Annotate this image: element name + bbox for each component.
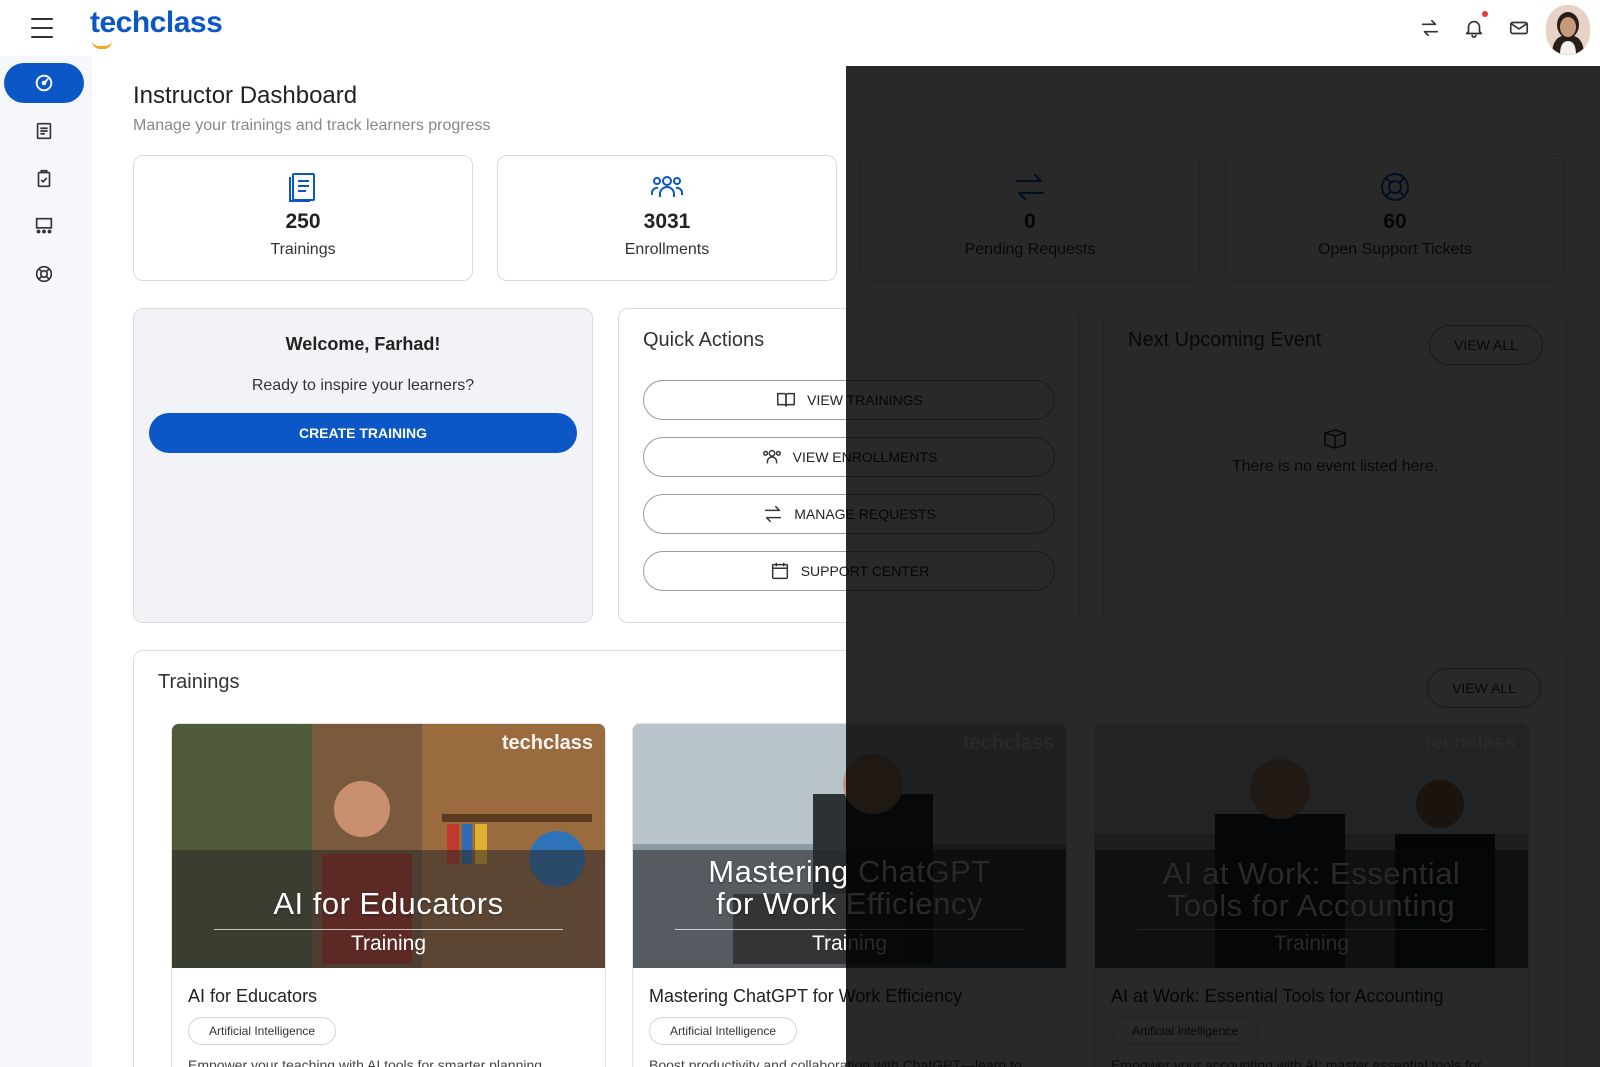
create-training-button[interactable]: CREATE TRAINING xyxy=(149,413,577,453)
avatar[interactable] xyxy=(1546,5,1590,55)
sidebar-item-trainings[interactable] xyxy=(4,111,84,151)
thumbnail-subtitle: Training xyxy=(1273,932,1350,955)
stat-value: 0 xyxy=(1024,210,1036,233)
menu-icon[interactable] xyxy=(31,18,53,38)
book-icon xyxy=(36,122,52,140)
page-subtitle: Manage your trainings and track learners… xyxy=(133,117,491,134)
training-card[interactable]: techclass AI at Work: Essential Tools for… xyxy=(1094,723,1529,1067)
category-chip: Artificial Intelligence xyxy=(649,1017,798,1045)
empty-state: There is no event listed here. xyxy=(1104,427,1566,476)
empty-box-icon xyxy=(1324,429,1346,449)
sidebar xyxy=(0,56,92,1067)
quick-actions-card: Quick Actions VIEW TRAININGS VIEW ENROLL… xyxy=(618,308,1080,623)
sidebar-item-classroom[interactable] xyxy=(4,206,84,246)
calendar-icon xyxy=(771,562,788,580)
thumbnail-subtitle: Training xyxy=(811,932,888,955)
notification-dot xyxy=(1482,11,1488,17)
training-description: Empower your teaching with AI tools for … xyxy=(188,1057,546,1067)
stat-value: 60 xyxy=(1383,210,1407,233)
logo[interactable]: techclass xyxy=(90,6,223,49)
page-title: Instructor Dashboard xyxy=(133,82,358,109)
training-name[interactable]: AI at Work: Essential Tools for Accounti… xyxy=(1111,986,1444,1007)
thumbnail-logo: techclass xyxy=(501,732,593,754)
stat-label: Enrollments xyxy=(624,241,710,258)
lifebuoy-icon xyxy=(35,265,53,283)
training-name[interactable]: AI for Educators xyxy=(188,986,317,1007)
button-label: VIEW ENROLLMENTS xyxy=(792,449,938,465)
welcome-title: Welcome, Farhad! xyxy=(285,334,441,354)
stat-card-support-tickets[interactable]: 60 Open Support Tickets xyxy=(1225,155,1565,281)
top-bar: techclass xyxy=(0,0,1600,66)
trainings-section: Trainings VIEW ALL techclass AI for Educ… xyxy=(133,650,1567,1067)
stat-value: 250 xyxy=(285,210,321,233)
training-thumbnail[interactable]: techclass AI for Educators Training xyxy=(172,724,605,968)
users-icon xyxy=(650,170,684,204)
trainings-title: Trainings xyxy=(158,671,240,693)
manage-requests-button[interactable]: MANAGE REQUESTS xyxy=(643,494,1055,534)
sidebar-item-support[interactable] xyxy=(4,254,84,294)
logo-text: techclass xyxy=(90,6,223,39)
stat-card-pending-requests[interactable]: 0 Pending Requests xyxy=(860,155,1200,281)
button-label: MANAGE REQUESTS xyxy=(794,506,936,522)
switch-role-icon[interactable] xyxy=(1419,17,1441,39)
thumbnail-title: AI at Work: Essential Tools for Accountin… xyxy=(1162,856,1461,923)
stat-value: 3031 xyxy=(643,210,691,233)
training-thumbnail[interactable]: techclass Mastering ChatGPT for Work Effi… xyxy=(633,724,1066,968)
stat-card-enrollments[interactable]: 3031 Enrollments xyxy=(497,155,837,281)
users-icon xyxy=(762,449,781,464)
events-view-all-button[interactable]: VIEW ALL xyxy=(1429,325,1543,365)
arrows-exchange-icon xyxy=(765,505,782,523)
category-chip: Artificial Intelligence xyxy=(188,1017,337,1045)
next-event-title: Next Upcoming Event xyxy=(1128,329,1322,351)
sidebar-item-dashboard[interactable] xyxy=(4,63,84,103)
training-name[interactable]: Mastering ChatGPT for Work Efficiency xyxy=(649,986,962,1007)
sidebar-item-assessments[interactable] xyxy=(4,159,84,199)
button-label: VIEW TRAININGS xyxy=(807,392,923,408)
training-description: Boost productivity and collaboration wit… xyxy=(649,1057,1022,1067)
thumbnail-logo: techclass xyxy=(1424,732,1516,754)
thumbnail-logo: techclass xyxy=(962,732,1054,754)
category-chip: Artificial Intelligence xyxy=(1111,1017,1260,1045)
stat-label: Open Support Tickets xyxy=(1318,241,1472,258)
thumbnail-title: AI for Educators xyxy=(273,886,504,921)
thumbnail-title: Mastering ChatGPT for Work Efficiency xyxy=(708,854,991,921)
welcome-subtitle: Ready to inspire your learners? xyxy=(251,377,475,394)
stat-label: Trainings xyxy=(270,241,336,258)
clipboard-check-icon xyxy=(37,169,51,188)
support-center-button[interactable]: SUPPORT CENTER xyxy=(643,551,1055,591)
stat-card-trainings[interactable]: 250 Trainings xyxy=(133,155,473,281)
training-description: Empower your accounting with AI: master … xyxy=(1111,1057,1482,1067)
dashboard-icon xyxy=(35,74,53,92)
bell-icon[interactable] xyxy=(1463,11,1488,39)
open-book-icon xyxy=(777,392,796,407)
lifebuoy-icon xyxy=(1378,170,1412,204)
classroom-icon xyxy=(35,217,53,234)
mail-icon[interactable] xyxy=(1508,17,1530,39)
next-event-card: Next Upcoming Event VIEW ALL There is no… xyxy=(1103,308,1567,623)
empty-state-text: There is no event listed here. xyxy=(1231,458,1439,475)
button-label: SUPPORT CENTER xyxy=(800,563,930,579)
view-trainings-button[interactable]: VIEW TRAININGS xyxy=(643,380,1055,420)
view-enrollments-button[interactable]: VIEW ENROLLMENTS xyxy=(643,437,1055,477)
book-icon xyxy=(286,170,320,204)
thumbnail-subtitle: Training xyxy=(350,932,427,955)
training-card[interactable]: techclass Mastering ChatGPT for Work Effi… xyxy=(632,723,1067,1067)
training-card[interactable]: techclass AI for Educators Training AI f… xyxy=(171,723,606,1067)
stat-label: Pending Requests xyxy=(964,241,1096,258)
training-thumbnail[interactable]: techclass AI at Work: Essential Tools for… xyxy=(1095,724,1528,968)
trainings-view-all-button[interactable]: VIEW ALL xyxy=(1427,668,1541,708)
quick-actions-title: Quick Actions xyxy=(643,329,765,351)
arrows-exchange-icon xyxy=(1013,170,1047,204)
welcome-card: Welcome, Farhad! Ready to inspire your l… xyxy=(133,308,593,623)
